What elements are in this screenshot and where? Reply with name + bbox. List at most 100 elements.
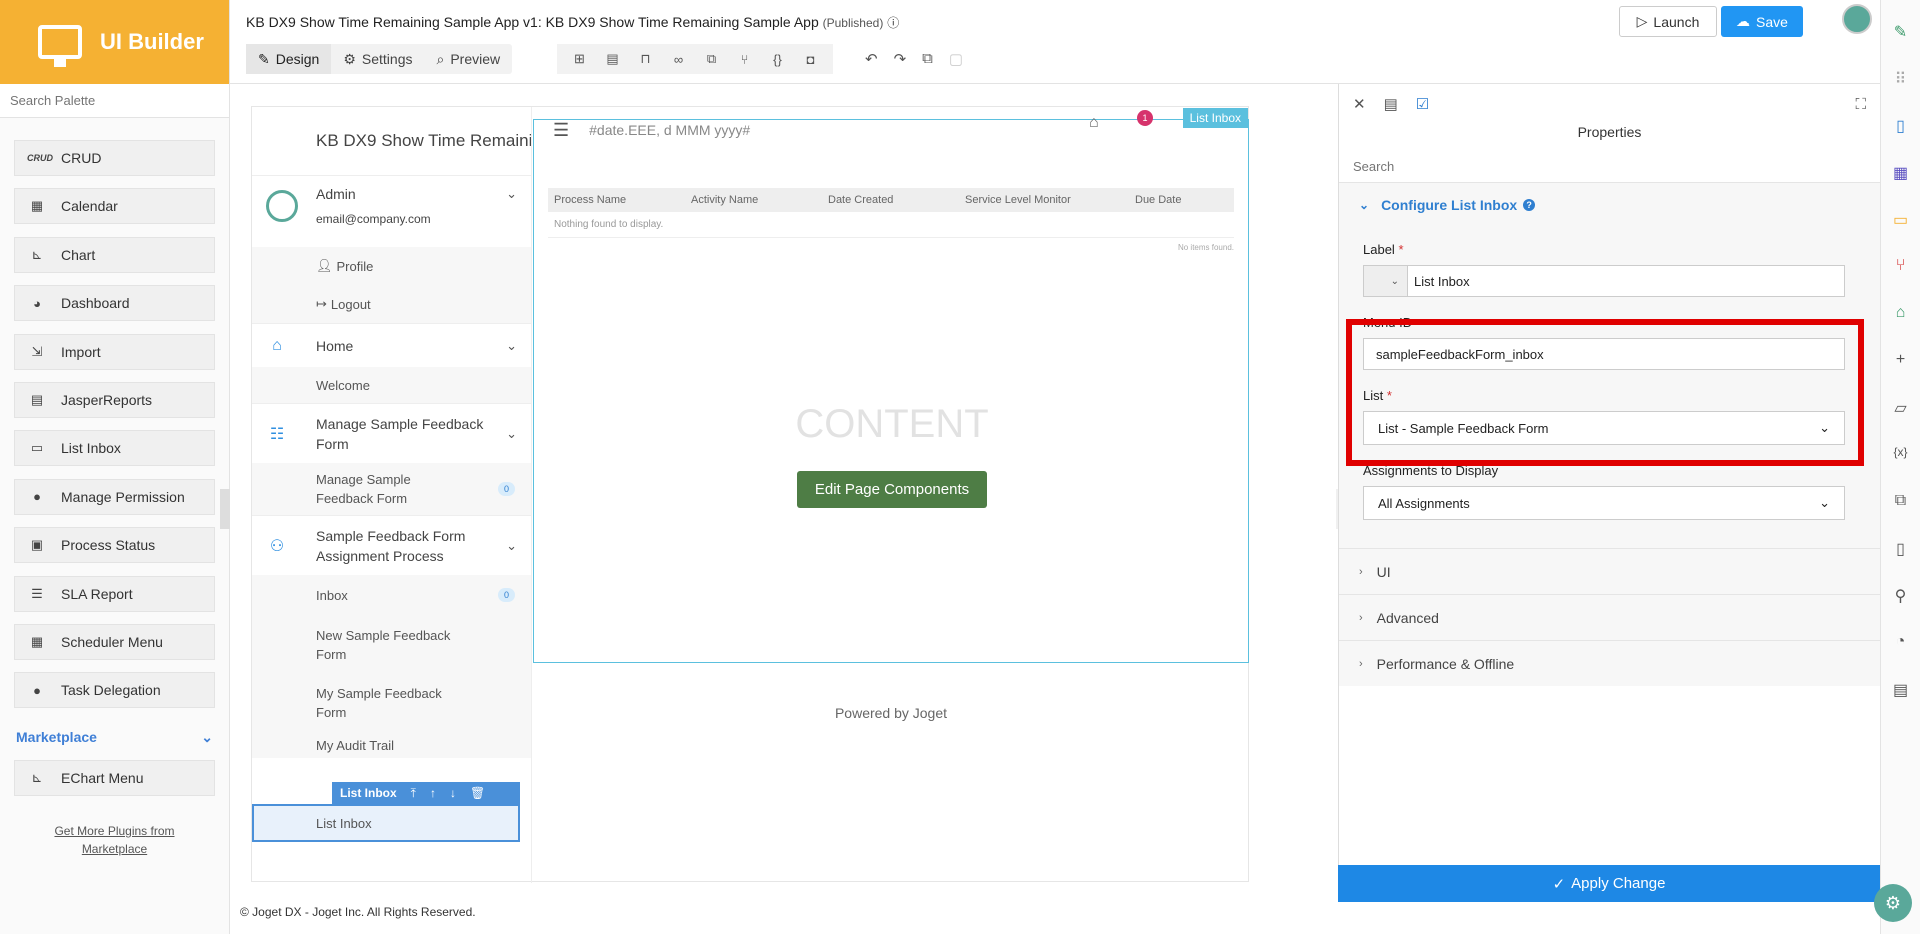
paint-icon[interactable]: ⌂ bbox=[1896, 304, 1906, 351]
plug-icon[interactable]: ⚲ bbox=[1895, 586, 1907, 633]
palette-search-input[interactable] bbox=[0, 84, 229, 118]
help-icon[interactable]: ? bbox=[1523, 198, 1536, 211]
settings-cog-icon[interactable]: ⚙ bbox=[1874, 884, 1912, 922]
palette-item[interactable]: ⊾ Chart bbox=[14, 236, 215, 273]
section-collapsed[interactable]: › Performance & Offline bbox=[1339, 640, 1880, 686]
chevron-down-icon: ⌄ bbox=[506, 537, 517, 553]
publish-status: (Published) bbox=[822, 16, 884, 30]
menu-item-inbox[interactable]: Inbox 0 bbox=[252, 575, 531, 615]
palette-item[interactable]: ▤ JasperReports bbox=[14, 381, 215, 418]
column-header[interactable]: Activity Name bbox=[685, 194, 822, 206]
user-profile-row[interactable]: Admin email@company.com ⌄ bbox=[252, 175, 531, 247]
marketplace-header[interactable]: Marketplace ⌄ bbox=[0, 721, 229, 760]
note-icon[interactable]: ▱ bbox=[1894, 398, 1906, 445]
menu-item-manage-form[interactable]: Manage Sample Feedback Form 0 bbox=[252, 463, 531, 515]
code-icon[interactable]: {} bbox=[761, 52, 794, 67]
palette-item[interactable]: ▦ Scheduler Menu bbox=[14, 623, 215, 660]
checkbox-icon[interactable]: ☑ bbox=[1416, 95, 1429, 113]
palette-item[interactable]: ▣ Process Status bbox=[14, 527, 215, 564]
monitor-icon[interactable]: ▭ bbox=[1893, 210, 1908, 257]
column-header[interactable]: Process Name bbox=[548, 194, 685, 206]
palette-item[interactable]: CRUD CRUD bbox=[14, 140, 215, 176]
column-header[interactable]: Date Created bbox=[822, 194, 959, 206]
home-icon[interactable]: ⌂ bbox=[1089, 114, 1099, 132]
copy-icon[interactable]: ⧉ bbox=[695, 51, 728, 67]
get-more-plugins-link[interactable]: Get More Plugins from Marketplace bbox=[0, 822, 229, 858]
section-collapsed[interactable]: › Advanced bbox=[1339, 594, 1880, 640]
undo-icon[interactable]: ↶ bbox=[865, 50, 878, 68]
form-icon[interactable]: ▤ bbox=[1384, 95, 1398, 113]
menu-item-logout[interactable]: ↦ Logout bbox=[252, 285, 531, 323]
menu-item-new-form[interactable]: New Sample Feedback Form bbox=[252, 615, 531, 674]
menu-category-home[interactable]: ⌂ Home ⌄ bbox=[252, 323, 531, 367]
palette-item[interactable]: ● Manage Permission bbox=[14, 478, 215, 515]
process-icon[interactable]: ⑂ bbox=[1896, 257, 1906, 304]
drag-handle-icon[interactable]: ⠿ bbox=[1895, 69, 1907, 116]
book-icon[interactable]: ▤ bbox=[1893, 680, 1908, 727]
palette-item[interactable]: ◕ Dashboard bbox=[14, 285, 215, 322]
palette-item[interactable]: ☰ SLA Report bbox=[14, 575, 215, 612]
menu-item-my-form[interactable]: My Sample Feedback Form bbox=[252, 674, 531, 732]
camera-icon[interactable]: ◘ bbox=[794, 52, 827, 67]
chevron-right-icon: › bbox=[1359, 611, 1363, 624]
tab-icon: ⌕ bbox=[436, 50, 445, 67]
menu-item-profile[interactable]: 👤︎ Profile bbox=[252, 247, 531, 285]
tab-settings[interactable]: ⚙ Settings bbox=[331, 44, 424, 74]
branch-icon[interactable]: ⑂ bbox=[728, 52, 761, 67]
palette-item[interactable]: ⇲ Import bbox=[14, 333, 215, 370]
edit-page-components-button[interactable]: Edit Page Components bbox=[797, 471, 987, 508]
section-configure-list-inbox[interactable]: ⌄ Configure List Inbox ? bbox=[1339, 182, 1880, 226]
gauge-icon[interactable]: ◔ bbox=[1896, 633, 1906, 680]
table-icon[interactable]: ▦ bbox=[1893, 163, 1908, 210]
palette-item[interactable]: ● Task Delegation bbox=[14, 672, 215, 709]
echart-icon: ⊾ bbox=[31, 769, 43, 785]
duplicate-icon[interactable]: ⧉ bbox=[922, 50, 933, 68]
palette-collapse-handle[interactable] bbox=[220, 489, 230, 529]
notification-badge[interactable]: 1 bbox=[1137, 110, 1153, 126]
binoculars-icon[interactable]: ∞ bbox=[662, 52, 695, 67]
info-icon[interactable]: ⓘ bbox=[887, 16, 899, 30]
tab-preview[interactable]: ⌕ Preview bbox=[424, 44, 512, 74]
menu-category-manage[interactable]: ☷ Manage Sample Feedback Form ⌄ bbox=[252, 403, 531, 463]
document-icon[interactable]: ▯ bbox=[1896, 116, 1905, 163]
move-up-icon[interactable]: ↑ bbox=[430, 786, 436, 800]
tab-label: Design bbox=[275, 51, 320, 67]
variable-icon[interactable]: {x} bbox=[1893, 445, 1907, 492]
selected-menu-item[interactable]: List Inbox bbox=[252, 804, 520, 842]
apply-change-button[interactable]: ✓ Apply Change bbox=[1338, 865, 1880, 902]
tab-design[interactable]: ✎ Design bbox=[246, 44, 332, 74]
save-button[interactable]: ☁ Save bbox=[1721, 6, 1803, 37]
column-header[interactable]: Service Level Monitor bbox=[959, 194, 1129, 206]
assignments-select[interactable]: All Assignments ⌄ bbox=[1363, 486, 1845, 520]
new-form-label: New Sample Feedback Form bbox=[316, 627, 451, 662]
tree-icon[interactable]: ⊞ bbox=[563, 51, 596, 67]
menu-item-welcome[interactable]: Welcome bbox=[252, 367, 531, 403]
user-avatar[interactable] bbox=[1842, 4, 1872, 34]
column-header[interactable]: Due Date bbox=[1129, 194, 1234, 206]
plus-icon[interactable]: + bbox=[1896, 351, 1905, 398]
palette-item[interactable]: ▭ List Inbox bbox=[14, 430, 215, 467]
section-collapsed[interactable]: › UI bbox=[1339, 548, 1880, 594]
close-icon[interactable]: ✕ bbox=[1353, 95, 1366, 113]
icon-picker-dropdown[interactable]: ⌄ bbox=[1364, 266, 1408, 296]
file-icon[interactable]: ▯ bbox=[1896, 539, 1905, 586]
palette-item[interactable]: ▦ Calendar bbox=[14, 188, 215, 225]
palette-item[interactable]: ⊾ EChart Menu bbox=[14, 759, 215, 796]
properties-icon[interactable]: ▤ bbox=[596, 51, 629, 67]
lock-icon[interactable]: ⊓ bbox=[629, 51, 662, 67]
move-top-icon[interactable]: ⤒ bbox=[411, 786, 416, 801]
move-down-icon[interactable]: ↓ bbox=[450, 786, 456, 800]
menu-category-assignment[interactable]: ⚇ Sample Feedback Form Assignment Proces… bbox=[252, 515, 531, 575]
properties-search-input[interactable] bbox=[1353, 154, 1867, 178]
launch-button[interactable]: ▷ Launch bbox=[1619, 6, 1717, 37]
label-field[interactable]: ⌄ List Inbox bbox=[1363, 265, 1845, 297]
redo-icon[interactable]: ↷ bbox=[894, 50, 907, 68]
paste-icon[interactable]: ▢ bbox=[949, 50, 963, 68]
user-key-icon: ● bbox=[33, 489, 41, 505]
delete-icon[interactable]: 🗑︎ bbox=[470, 786, 485, 800]
expand-icon[interactable]: ⛶ bbox=[1855, 96, 1866, 113]
copy-icon[interactable]: ⧉ bbox=[1895, 492, 1906, 539]
list-inbox-element[interactable]: ⌂ 1 List Inbox Process Name Activity Name… bbox=[533, 108, 1249, 663]
menu-item-audit[interactable]: My Audit Trail bbox=[252, 732, 531, 758]
edit-icon[interactable]: ✎ bbox=[1894, 22, 1907, 69]
